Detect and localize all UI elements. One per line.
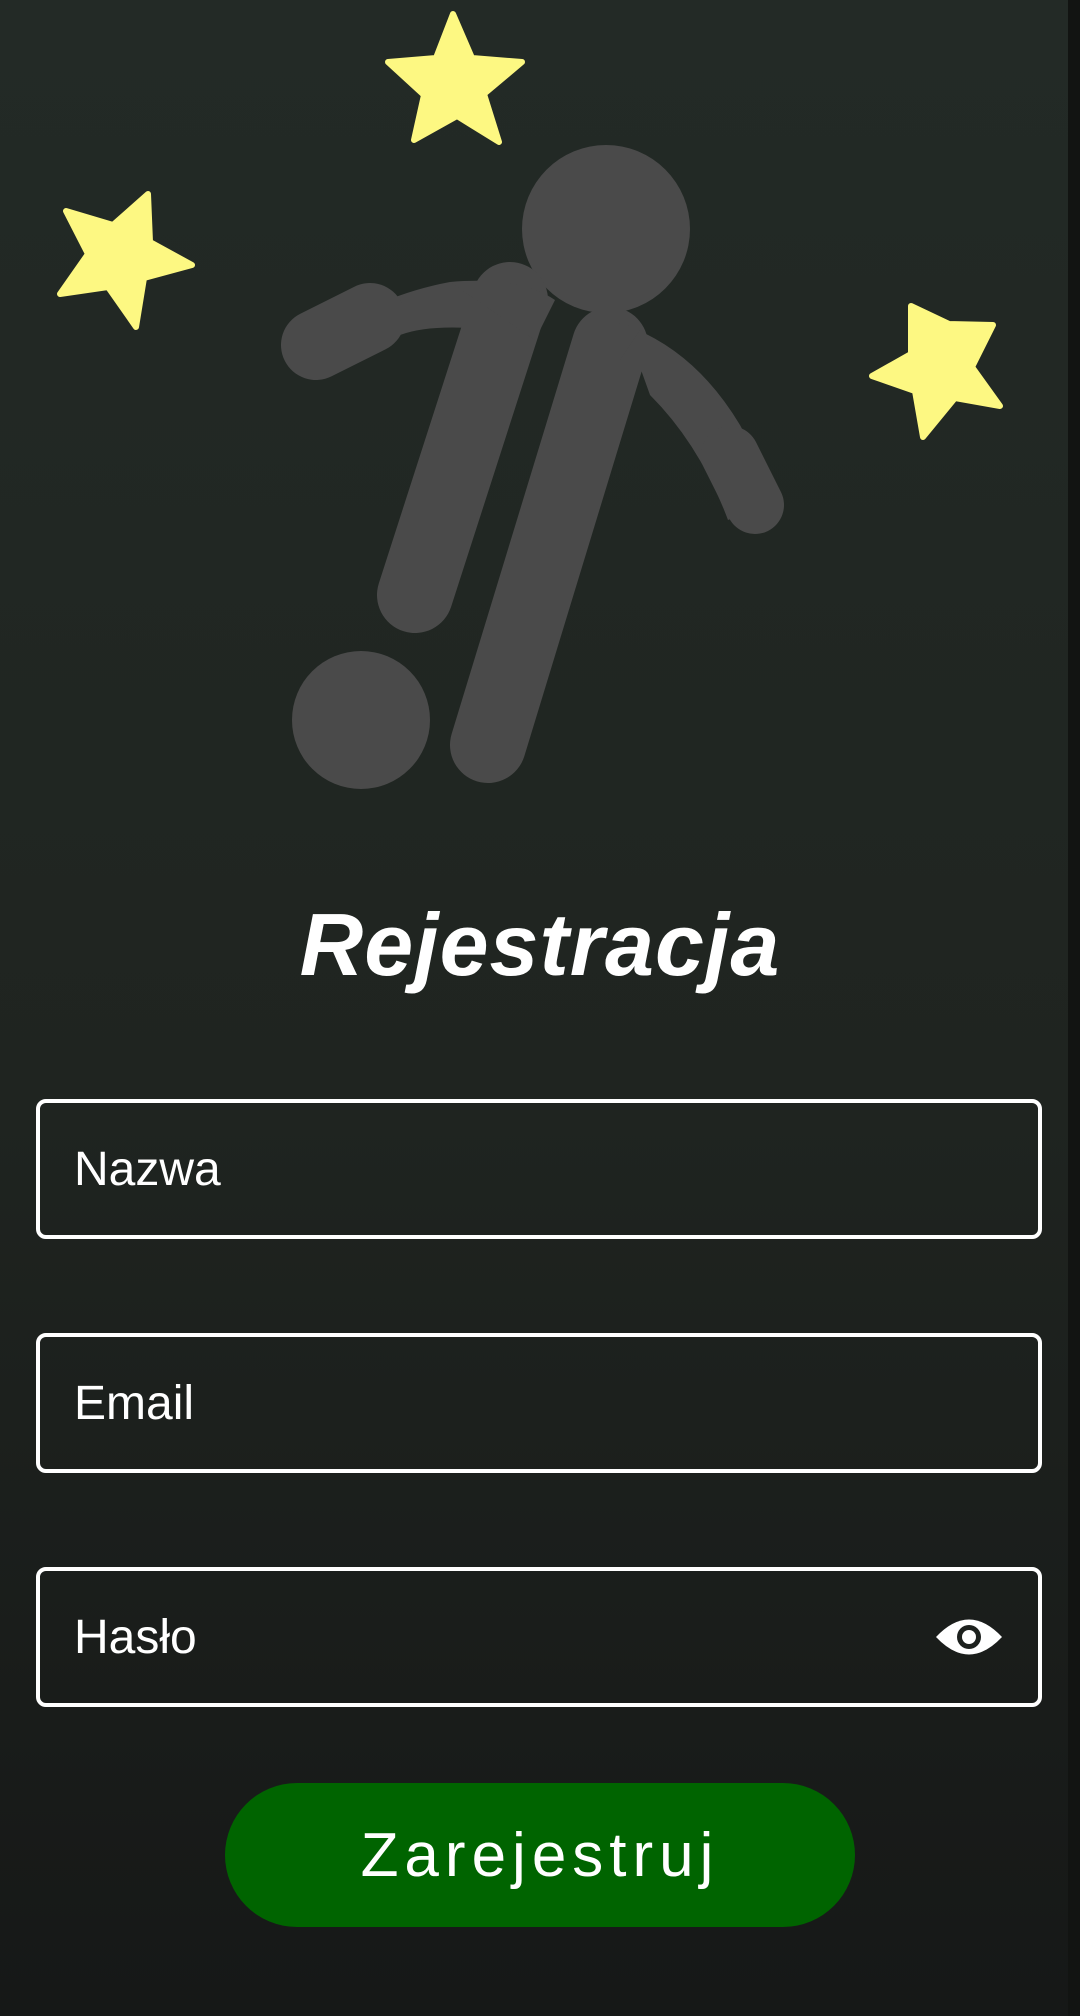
star-icon xyxy=(57,191,195,330)
hero-illustration xyxy=(57,11,1003,789)
name-field[interactable] xyxy=(36,1099,1042,1239)
star-icon xyxy=(385,11,525,145)
password-field[interactable] xyxy=(36,1567,1042,1707)
register-button[interactable]: Zarejestruj xyxy=(225,1783,855,1927)
football-player-icon xyxy=(281,145,784,789)
password-input[interactable] xyxy=(40,1571,1038,1703)
email-input[interactable] xyxy=(40,1337,1038,1469)
star-icon xyxy=(869,303,1003,440)
name-input[interactable] xyxy=(40,1103,1038,1235)
email-field[interactable] xyxy=(36,1333,1042,1473)
page-title: Rejestracja xyxy=(299,895,781,994)
eye-icon[interactable] xyxy=(934,1612,1004,1662)
